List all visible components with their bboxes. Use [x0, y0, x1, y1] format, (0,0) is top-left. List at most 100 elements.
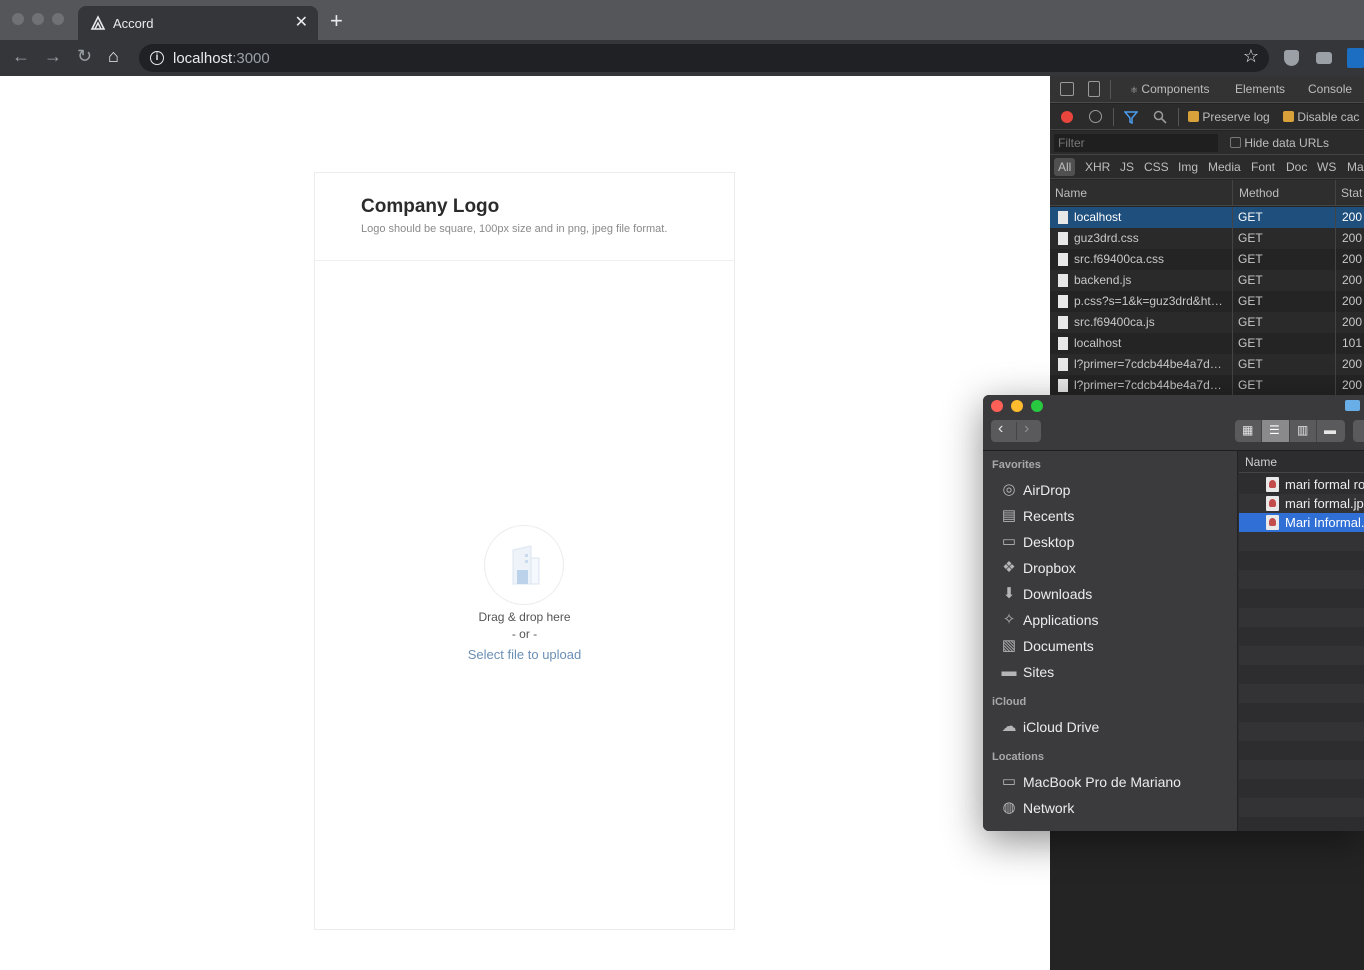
inspect-element-icon[interactable] — [1060, 82, 1074, 96]
tab-elements[interactable]: Elements — [1235, 82, 1285, 96]
forward-icon[interactable]: → — [44, 46, 62, 67]
sidebar-item-documents[interactable]: ▧ Documents — [1000, 634, 1230, 658]
table-row[interactable]: src.f69400ca.css GET 200 — [1050, 249, 1364, 270]
type-font[interactable]: Font — [1251, 160, 1275, 174]
type-manifest[interactable]: Ma — [1347, 160, 1364, 174]
finder-zoom-button[interactable] — [1031, 400, 1043, 412]
request-name: localhost — [1074, 336, 1122, 350]
home-icon[interactable]: ⌂ — [108, 46, 119, 67]
sidebar-item-label: Downloads — [1023, 586, 1093, 602]
dropbox-icon: ❖ — [1002, 559, 1016, 576]
list-icon: ☰ — [1269, 423, 1280, 437]
request-name: src.f69400ca.css — [1074, 252, 1165, 266]
col-method[interactable]: Method — [1239, 186, 1279, 200]
extension-li-icon[interactable] — [1347, 48, 1364, 68]
reload-icon[interactable]: ↻ — [77, 46, 92, 67]
extension-shield-icon[interactable] — [1284, 50, 1299, 66]
record-icon[interactable] — [1061, 111, 1073, 123]
type-ws[interactable]: WS — [1317, 160, 1336, 174]
type-img[interactable]: Img — [1178, 160, 1198, 174]
filter-input[interactable]: Filter — [1054, 134, 1218, 152]
col-name[interactable]: Name — [1055, 186, 1087, 200]
back-icon[interactable]: ← — [12, 46, 30, 67]
type-all[interactable]: All — [1054, 158, 1076, 176]
table-row[interactable]: l?primer=7cdcb44be4a7d… GET 200 — [1050, 354, 1364, 375]
zoom-window-button[interactable] — [52, 13, 64, 25]
file-row-selected[interactable]: Mari Informal.j — [1239, 513, 1364, 532]
sidebar-item-applications[interactable]: ✧ Applications — [1000, 608, 1230, 632]
disable-cache-checkbox[interactable]: Disable cac — [1283, 110, 1359, 124]
sidebar-item-macbook[interactable]: ▭ MacBook Pro de Mariano — [1000, 770, 1230, 794]
url-text: localhost:3000 — [173, 50, 270, 67]
table-row[interactable]: localhost GET 101 — [1050, 333, 1364, 354]
clear-icon[interactable] — [1089, 110, 1102, 123]
close-window-button[interactable] — [12, 13, 24, 25]
table-row[interactable]: guz3drd.css GET 200 — [1050, 228, 1364, 249]
request-status: 200 — [1342, 273, 1363, 287]
col-name[interactable]: Name — [1245, 455, 1277, 469]
tab-components[interactable]: ⚛ Components — [1130, 82, 1209, 96]
camera-icon[interactable] — [1316, 52, 1332, 64]
file-row[interactable]: mari formal ro — [1239, 475, 1364, 494]
minimize-window-button[interactable] — [32, 13, 44, 25]
request-method: GET — [1238, 336, 1263, 350]
table-row[interactable]: l?primer=7cdcb44be4a7d… GET 200 — [1050, 375, 1364, 396]
sidebar-item-sites[interactable]: ▬ Sites — [1000, 660, 1230, 684]
browser-tab[interactable]: Accord ✕ — [78, 6, 318, 40]
image-file-icon — [1266, 477, 1279, 492]
address-bar[interactable]: i localhost:3000 ☆ — [139, 44, 1269, 72]
document-icon — [1058, 379, 1068, 392]
table-row[interactable]: src.f69400ca.js GET 200 — [1050, 312, 1364, 333]
back-chevron-icon[interactable]: ‹ — [998, 420, 1003, 438]
device-toolbar-icon[interactable] — [1088, 81, 1100, 97]
finder-minimize-button[interactable] — [1011, 400, 1023, 412]
tab-console[interactable]: Console — [1308, 82, 1352, 96]
sidebar-item-downloads[interactable]: ⬇ Downloads — [1000, 582, 1230, 606]
close-tab-icon[interactable]: ✕ — [295, 12, 308, 32]
table-row[interactable]: p.css?s=1&k=guz3drd&ht… GET 200 — [1050, 291, 1364, 312]
hide-data-urls-checkbox[interactable]: Hide data URLs — [1230, 136, 1329, 150]
new-tab-icon[interactable]: + — [330, 8, 343, 34]
list-view-button[interactable]: ☰ — [1262, 420, 1290, 442]
icon-view-button[interactable]: ▦ — [1235, 420, 1262, 442]
type-css[interactable]: CSS — [1144, 160, 1169, 174]
request-status: 200 — [1342, 231, 1363, 245]
sidebar-item-icloud-drive[interactable]: ☁ iCloud Drive — [1000, 715, 1230, 739]
sidebar-item-network[interactable]: ◍ Network — [1000, 796, 1230, 820]
sidebar-item-recents[interactable]: ▤ Recents — [1000, 504, 1230, 528]
sidebar-item-desktop[interactable]: ▭ Desktop — [1000, 530, 1230, 554]
group-button[interactable] — [1353, 420, 1364, 442]
sidebar-item-airdrop[interactable]: ◎ AirDrop — [1000, 478, 1230, 502]
gallery-view-button[interactable]: ▬ — [1317, 420, 1345, 442]
document-icon — [1058, 253, 1068, 266]
sidebar-item-label: MacBook Pro de Mariano — [1023, 774, 1181, 790]
search-icon[interactable] — [1153, 110, 1167, 124]
finder-close-button[interactable] — [991, 400, 1003, 412]
sidebar-item-label: Applications — [1023, 612, 1099, 628]
image-file-icon — [1266, 515, 1279, 530]
type-media[interactable]: Media — [1208, 160, 1241, 174]
filter-icon[interactable] — [1124, 111, 1138, 124]
forward-chevron-icon[interactable]: › — [1024, 420, 1029, 438]
site-info-icon[interactable]: i — [150, 51, 164, 65]
finder-titlebar: ‹ › ▦ ☰ ▥ ▬ — [983, 395, 1364, 451]
empty-row — [1239, 570, 1364, 589]
select-file-link[interactable]: Select file to upload — [315, 647, 734, 662]
dropzone-circle[interactable] — [484, 525, 564, 605]
table-row[interactable]: backend.js GET 200 — [1050, 270, 1364, 291]
request-name: l?primer=7cdcb44be4a7d… — [1074, 357, 1222, 371]
table-row[interactable]: localhost GET 200 — [1050, 207, 1364, 228]
type-doc[interactable]: Doc — [1286, 160, 1307, 174]
column-view-button[interactable]: ▥ — [1290, 420, 1317, 442]
type-xhr[interactable]: XHR — [1085, 160, 1110, 174]
finder-sidebar: Favorites ◎ AirDrop ▤ Recents ▭ Desktop ❖ Dr… — [983, 451, 1238, 831]
sidebar-item-dropbox[interactable]: ❖ Dropbox — [1000, 556, 1230, 580]
url-port: :3000 — [232, 50, 270, 67]
file-row[interactable]: mari formal.jp — [1239, 494, 1364, 513]
bookmark-star-icon[interactable]: ☆ — [1243, 46, 1259, 67]
col-status[interactable]: Stat — [1341, 186, 1362, 200]
type-js[interactable]: JS — [1120, 160, 1134, 174]
hide-data-urls-label: Hide data URLs — [1244, 136, 1330, 150]
network-request-list: localhost GET 200 guz3drd.css GET 200 sr… — [1050, 207, 1364, 396]
preserve-log-checkbox[interactable]: Preserve log — [1188, 110, 1270, 124]
